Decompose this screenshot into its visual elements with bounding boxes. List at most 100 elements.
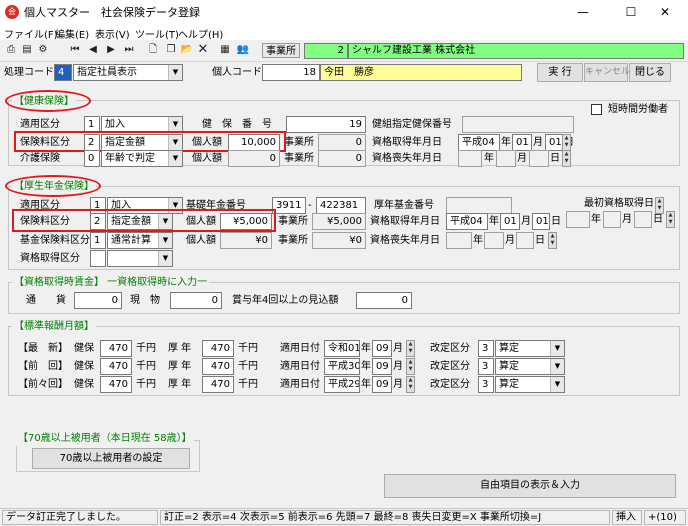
elder-settings-button[interactable]: 70歳以上被用者の設定: [32, 448, 190, 469]
minimize-button[interactable]: —: [560, 0, 606, 24]
standard-kenpo[interactable]: 470: [100, 376, 132, 393]
preview-icon[interactable]: ▤: [20, 43, 34, 57]
kenpo-number-label: 健 保 番 号: [202, 119, 272, 130]
menu-help[interactable]: ヘルプ(H): [178, 26, 223, 41]
delete-icon[interactable]: ✕: [196, 43, 210, 57]
standard-date-spinner[interactable]: ▲ ▼: [406, 340, 415, 357]
kosei-first-month[interactable]: [603, 211, 621, 228]
standard-kenpo[interactable]: 470: [100, 340, 132, 357]
standard-date-era[interactable]: 令和01: [324, 340, 360, 357]
kenpo-apply-select[interactable]: 加入 ▼: [101, 116, 183, 133]
personal-code-input[interactable]: 18: [262, 64, 320, 81]
kenpo-loss-spinner[interactable]: ▲ ▼: [562, 150, 571, 167]
kenpo-rate-select[interactable]: 指定金額 ▼: [101, 134, 183, 151]
print-icon[interactable]: ⎙: [4, 43, 18, 57]
kosei-acquire-era[interactable]: 平成04: [446, 213, 488, 230]
office-code[interactable]: 2: [304, 43, 348, 59]
copy-icon[interactable]: ❐: [164, 43, 178, 57]
process-code-input[interactable]: 4: [54, 64, 72, 81]
kosei-acq-kind-code[interactable]: [90, 250, 106, 267]
wage-bonus[interactable]: 0: [356, 292, 412, 309]
kosei-loss-year[interactable]: [446, 232, 472, 249]
kosei-rate-code[interactable]: 2: [90, 213, 106, 230]
new-document-icon[interactable]: 🗋: [146, 43, 160, 57]
office-name: シャルフ建設工業 株式会社: [348, 43, 684, 59]
standard-date-era[interactable]: 平成30: [324, 358, 360, 375]
kenpo-care-select[interactable]: 年齢で判定 ▼: [101, 150, 183, 167]
standard-date-spinner[interactable]: ▲ ▼: [406, 376, 415, 393]
kenpo-acquire-year-unit: 年: [501, 137, 511, 148]
standard-revision-select[interactable]: 算定 ▼: [495, 376, 565, 393]
kenpo-acquire-spinner[interactable]: ▲ ▼: [562, 134, 571, 151]
kenpo-acquire-era[interactable]: 平成04: [458, 134, 500, 151]
standard-month[interactable]: 09: [372, 358, 392, 375]
process-mode-select[interactable]: 指定社員表示 ▼: [73, 64, 183, 81]
standard-kenpo[interactable]: 470: [100, 358, 132, 375]
kosei-fund-number[interactable]: [446, 197, 512, 214]
kenpo-personal-amount[interactable]: 10,000: [228, 134, 280, 151]
kosei-loss-day[interactable]: [516, 232, 534, 249]
kosei-rate-select[interactable]: 指定金額 ▼: [107, 213, 173, 230]
kosei-acquire-month[interactable]: 01: [500, 213, 520, 230]
kosei-acquire-day[interactable]: 01: [532, 213, 550, 230]
list-icon[interactable]: ▦: [218, 43, 232, 57]
kosei-acq-kind-select[interactable]: ▼: [107, 250, 173, 267]
standard-row-label: 【最 新】: [18, 343, 68, 354]
standard-date-era[interactable]: 平成29: [324, 376, 360, 393]
standard-kosei[interactable]: 470: [202, 376, 234, 393]
standard-kosei[interactable]: 470: [202, 358, 234, 375]
kosei-first-day[interactable]: [634, 211, 652, 228]
menu-view[interactable]: 表示(V): [95, 26, 130, 41]
open-folder-icon[interactable]: 📂: [180, 43, 194, 57]
kosei-first-spinner[interactable]: ▲ ▼: [666, 211, 675, 228]
kosei-basic-a[interactable]: 3911: [272, 197, 306, 214]
kenpo-rate-code[interactable]: 2: [84, 134, 100, 151]
kenpo-acquire-month[interactable]: 01: [512, 134, 532, 151]
users-icon[interactable]: 👥: [236, 43, 250, 57]
kenpo-acquire-day[interactable]: 01: [545, 134, 563, 151]
kosei-loss-spinner[interactable]: ▲ ▼: [548, 232, 557, 249]
kenpo-care-code[interactable]: 0: [84, 150, 100, 167]
next-record-icon[interactable]: ▶: [104, 43, 118, 57]
standard-revision-code[interactable]: 3: [478, 376, 494, 393]
standard-revision-code[interactable]: 3: [478, 358, 494, 375]
kenpo-loss-month[interactable]: [496, 150, 516, 167]
standard-month[interactable]: 09: [372, 340, 392, 357]
kosei-personal-amount[interactable]: ¥5,000: [220, 213, 272, 230]
kenpo-loss-year[interactable]: [458, 150, 482, 167]
kosei-loss-month[interactable]: [484, 232, 504, 249]
kenpo-loss-day[interactable]: [529, 150, 549, 167]
standard-month[interactable]: 09: [372, 376, 392, 393]
close-button[interactable]: 閉じる: [629, 63, 671, 82]
execute-button[interactable]: 実 行: [537, 63, 583, 82]
standard-revision-select[interactable]: 算定 ▼: [495, 340, 565, 357]
free-item-button[interactable]: 自由項目の表示＆入力: [384, 474, 676, 498]
standard-revision-code[interactable]: 3: [478, 340, 494, 357]
settings-icon[interactable]: ⚙: [36, 43, 50, 57]
menu-tools[interactable]: ツール(T): [135, 26, 179, 41]
wage-currency[interactable]: 0: [74, 292, 122, 309]
kenpo-union-number[interactable]: [462, 116, 574, 133]
kosei-first-year[interactable]: [566, 211, 590, 228]
menu-file[interactable]: ファイル(F): [4, 26, 58, 41]
close-window-button[interactable]: ✕: [642, 0, 688, 24]
standard-kosei[interactable]: 470: [202, 340, 234, 357]
standard-date-spinner[interactable]: ▲ ▼: [406, 358, 415, 375]
menu-edit[interactable]: 編集(E): [55, 26, 89, 41]
previous-record-icon[interactable]: ◀: [86, 43, 100, 57]
kosei-apply-code[interactable]: 1: [90, 197, 106, 214]
last-record-icon[interactable]: ⏭: [122, 43, 136, 57]
kosei-fund-select[interactable]: 通常計算 ▼: [107, 232, 173, 249]
kenpo-apply-code[interactable]: 1: [84, 116, 100, 133]
standard-kosei-label: 厚 年: [168, 343, 192, 354]
cancel-button[interactable]: キャンセル: [584, 63, 630, 82]
kosei-basic-b[interactable]: 422381: [316, 197, 366, 214]
first-record-icon[interactable]: ⏮: [68, 43, 82, 57]
kosei-acquire-spinner[interactable]: ▲ ▼: [655, 197, 664, 214]
kenpo-number[interactable]: 19: [286, 116, 366, 133]
kosei-fund-code[interactable]: 1: [90, 232, 106, 249]
kosei-apply-select[interactable]: 加入 ▼: [107, 197, 183, 214]
wage-kind[interactable]: 0: [170, 292, 222, 309]
short-time-checkbox[interactable]: [591, 104, 602, 115]
standard-revision-select[interactable]: 算定 ▼: [495, 358, 565, 375]
